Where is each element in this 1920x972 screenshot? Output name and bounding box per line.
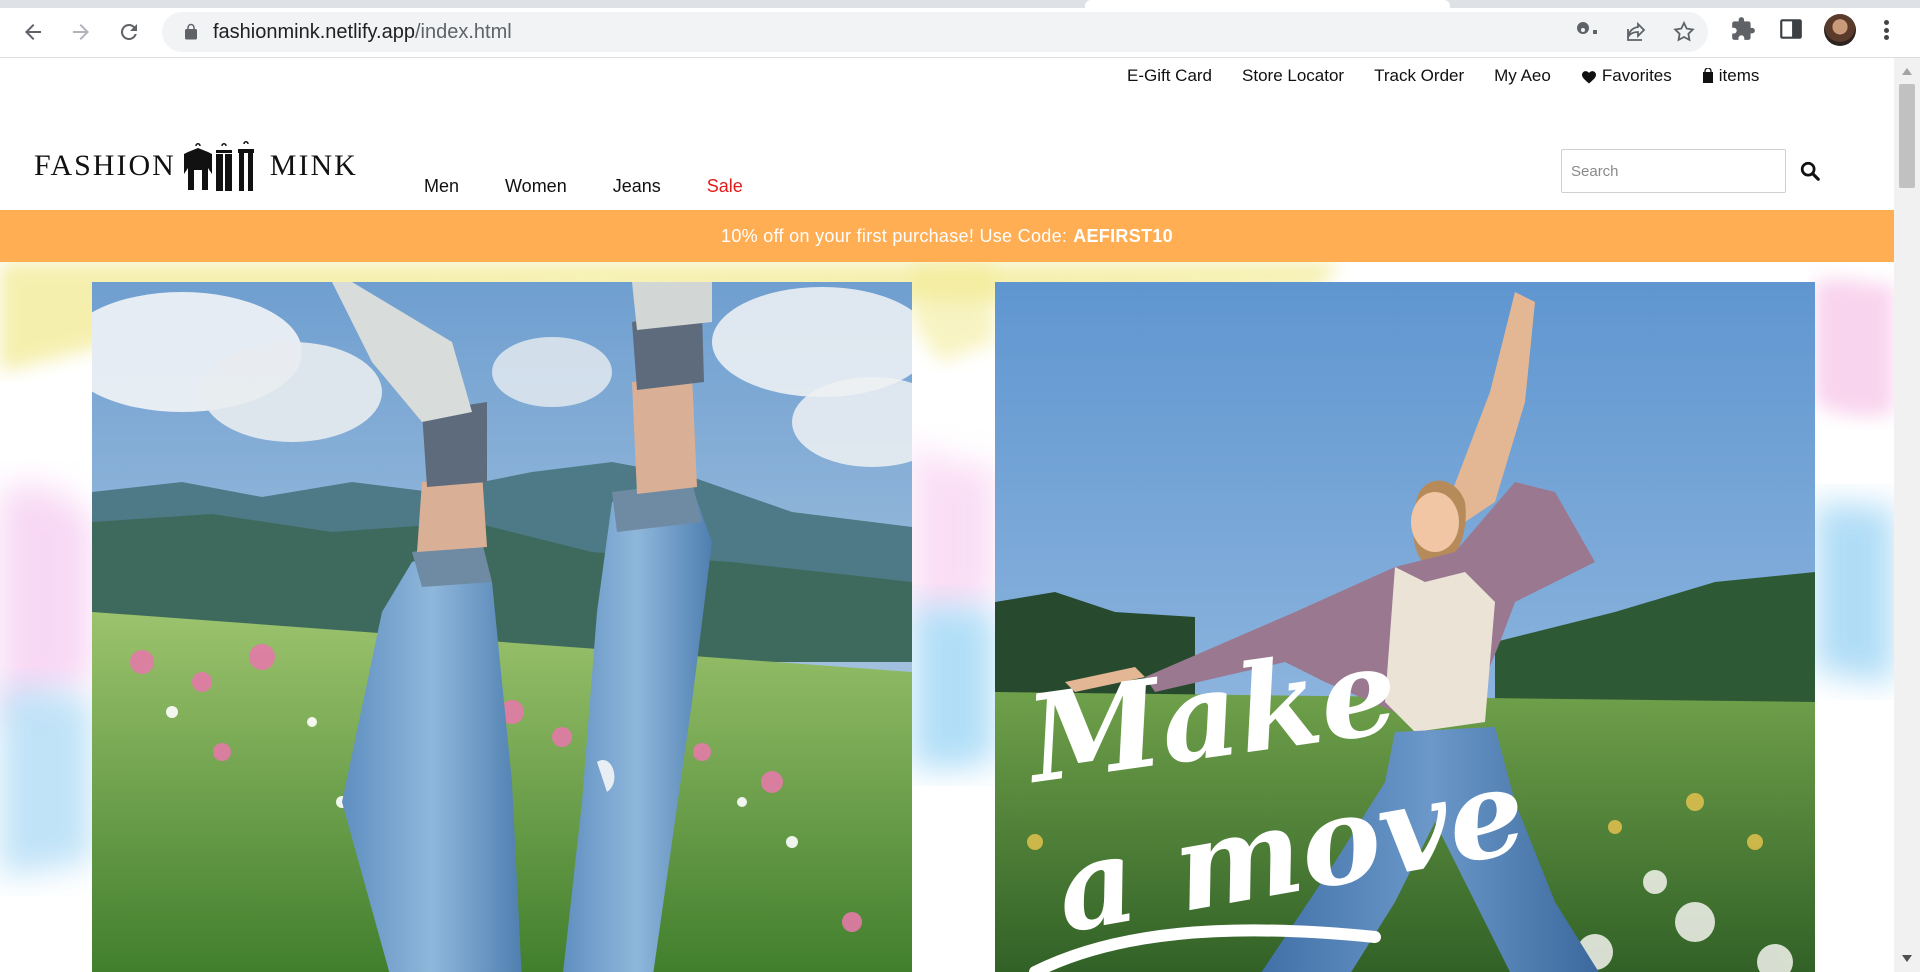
- address-bar[interactable]: fashionmink.netlify.app/index.html: [162, 12, 1708, 52]
- bookmark-star-icon[interactable]: [1672, 20, 1696, 44]
- url-host: fashionmink.netlify.app: [213, 21, 415, 43]
- e-gift-card-link[interactable]: E-Gift Card: [1127, 64, 1212, 88]
- track-order-label: Track Order: [1374, 66, 1465, 85]
- forward-arrow-icon: [73, 24, 89, 40]
- forward-button[interactable]: [63, 14, 99, 50]
- hanging-clothes-icon: [183, 141, 254, 191]
- profile-avatar[interactable]: [1824, 14, 1856, 46]
- favorites-label: Favorites: [1601, 66, 1672, 85]
- share-icon[interactable]: [1624, 20, 1648, 44]
- favorites-link[interactable]: Favorites: [1581, 64, 1672, 88]
- dot: [1883, 27, 1889, 33]
- nav-women[interactable]: Women: [505, 176, 567, 197]
- scroll-down-arrow-icon[interactable]: [1902, 955, 1912, 962]
- page-scrollbar[interactable]: [1894, 58, 1920, 972]
- tab-strip: [0, 0, 1920, 8]
- bag-icon: [1702, 68, 1713, 83]
- store-locator-label: Store Locator: [1242, 66, 1345, 85]
- scroll-up-arrow-icon[interactable]: [1902, 68, 1912, 75]
- lock-icon[interactable]: [182, 23, 200, 41]
- side-panel-icon[interactable]: [1778, 16, 1804, 42]
- back-arrow-icon: [25, 24, 41, 40]
- promo-banner: 10% off on your first purchase! Use Code…: [0, 210, 1894, 262]
- site-logo[interactable]: FASHION MINK: [34, 138, 358, 194]
- track-order-link[interactable]: Track Order: [1374, 64, 1464, 88]
- hero-image-make-a-move[interactable]: Make a move: [995, 282, 1815, 972]
- dot: [1883, 20, 1889, 25]
- browser-menu-button[interactable]: [1876, 16, 1896, 44]
- promo-text: 10% off on your first purchase! Use Code…: [721, 225, 1068, 246]
- my-aeo-label: My Aeo: [1494, 66, 1551, 85]
- hero-section: Make a move: [0, 262, 1894, 972]
- reload-button[interactable]: [111, 14, 147, 50]
- back-button[interactable]: [15, 14, 51, 50]
- cart-link[interactable]: items: [1702, 64, 1760, 88]
- logo-word-mink: MINK: [269, 149, 358, 182]
- e-gift-card-label: E-Gift Card: [1127, 66, 1213, 85]
- jumping-woman-photo: Make a move: [995, 282, 1815, 972]
- hero-image-jeans-legs[interactable]: [92, 282, 912, 972]
- search-icon[interactable]: [1799, 160, 1821, 182]
- heart-icon: [1581, 70, 1596, 83]
- nav-sale[interactable]: Sale: [707, 176, 743, 197]
- key-icon[interactable]: [1576, 20, 1600, 44]
- browser-toolbar: fashionmink.netlify.app/index.html: [0, 0, 1920, 58]
- search-input[interactable]: [1561, 149, 1786, 193]
- logo-word-fashion: FASHION: [34, 149, 176, 182]
- cart-items-label: items: [1718, 66, 1760, 85]
- nav-jeans[interactable]: Jeans: [613, 176, 661, 197]
- main-navigation: Men Women Jeans Sale: [424, 176, 789, 197]
- url-text[interactable]: fashionmink.netlify.app/index.html: [213, 21, 512, 44]
- scrollbar-thumb[interactable]: [1899, 84, 1915, 188]
- store-locator-link[interactable]: Store Locator: [1242, 64, 1344, 88]
- utility-links: E-Gift Card Store Locator Track Order My…: [1127, 64, 1759, 88]
- nav-men[interactable]: Men: [424, 176, 459, 197]
- my-aeo-link[interactable]: My Aeo: [1494, 64, 1551, 88]
- jeans-legs-photo: [92, 282, 912, 972]
- dot: [1883, 35, 1889, 40]
- promo-code: AEFIRST10: [1073, 225, 1173, 246]
- extensions-puzzle-icon[interactable]: [1730, 16, 1756, 42]
- active-tab[interactable]: [1085, 0, 1450, 8]
- reload-icon: [120, 23, 137, 40]
- url-path: /index.html: [414, 21, 512, 43]
- page-viewport: E-Gift Card Store Locator Track Order My…: [0, 58, 1894, 972]
